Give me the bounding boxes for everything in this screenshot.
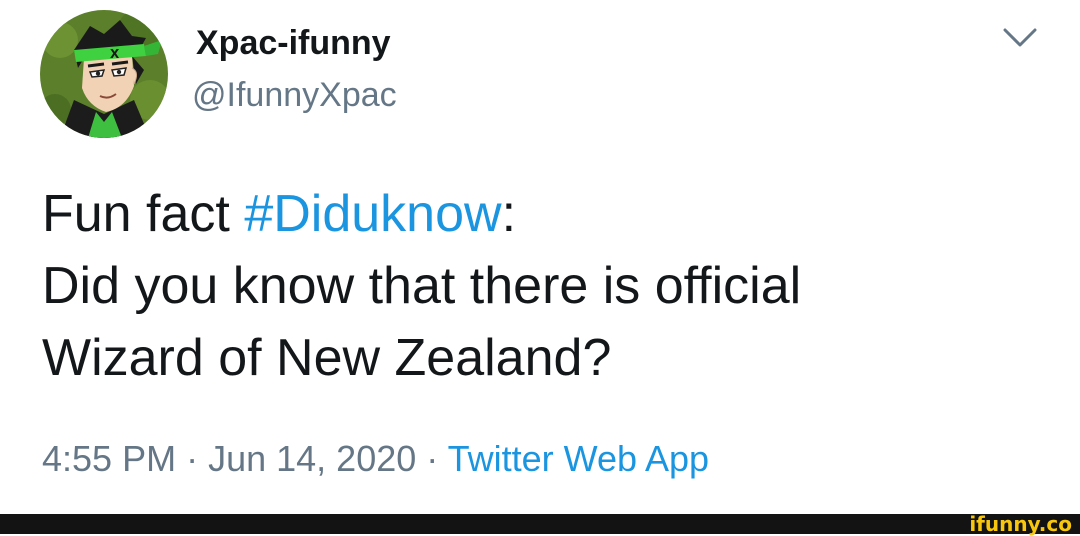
tweet-time[interactable]: 4:55 PM	[42, 438, 176, 479]
tweet-text-line-1: Fun fact #Diduknow:	[42, 178, 801, 250]
watermark-bar: ifunny.co	[0, 514, 1080, 534]
text-colon: :	[501, 185, 517, 243]
tweet-text-line-2: Did you know that there is official	[42, 257, 802, 315]
svg-text:X: X	[110, 47, 120, 61]
avatar[interactable]: X	[40, 10, 168, 138]
tweet-date[interactable]: Jun 14, 2020	[208, 438, 416, 479]
chevron-down-icon[interactable]	[1002, 26, 1038, 50]
user-handle[interactable]: @IfunnyXpac	[192, 76, 397, 115]
hashtag-link[interactable]: #Diduknow	[244, 185, 501, 243]
meta-separator: ·	[176, 438, 209, 479]
avatar-image: X	[40, 10, 168, 138]
display-name[interactable]: Xpac-ifunny	[196, 24, 391, 63]
tweet-text-line-3: Wizard of New Zealand?	[42, 329, 612, 387]
tweet-text: Fun fact #Diduknow: Did you know that th…	[42, 178, 801, 394]
tweet-meta: 4:55 PM · Jun 14, 2020 · Twitter Web App	[42, 438, 709, 480]
text-prefix: Fun fact	[42, 185, 245, 243]
tweet-source-link[interactable]: Twitter Web App	[448, 438, 709, 479]
meta-separator-2: ·	[416, 438, 448, 479]
tweet-card: X Xpac-ifunny @IfunnyXpac Fun fact #Didu…	[0, 0, 1080, 514]
ifunny-watermark: ifunny.co	[969, 512, 1072, 536]
